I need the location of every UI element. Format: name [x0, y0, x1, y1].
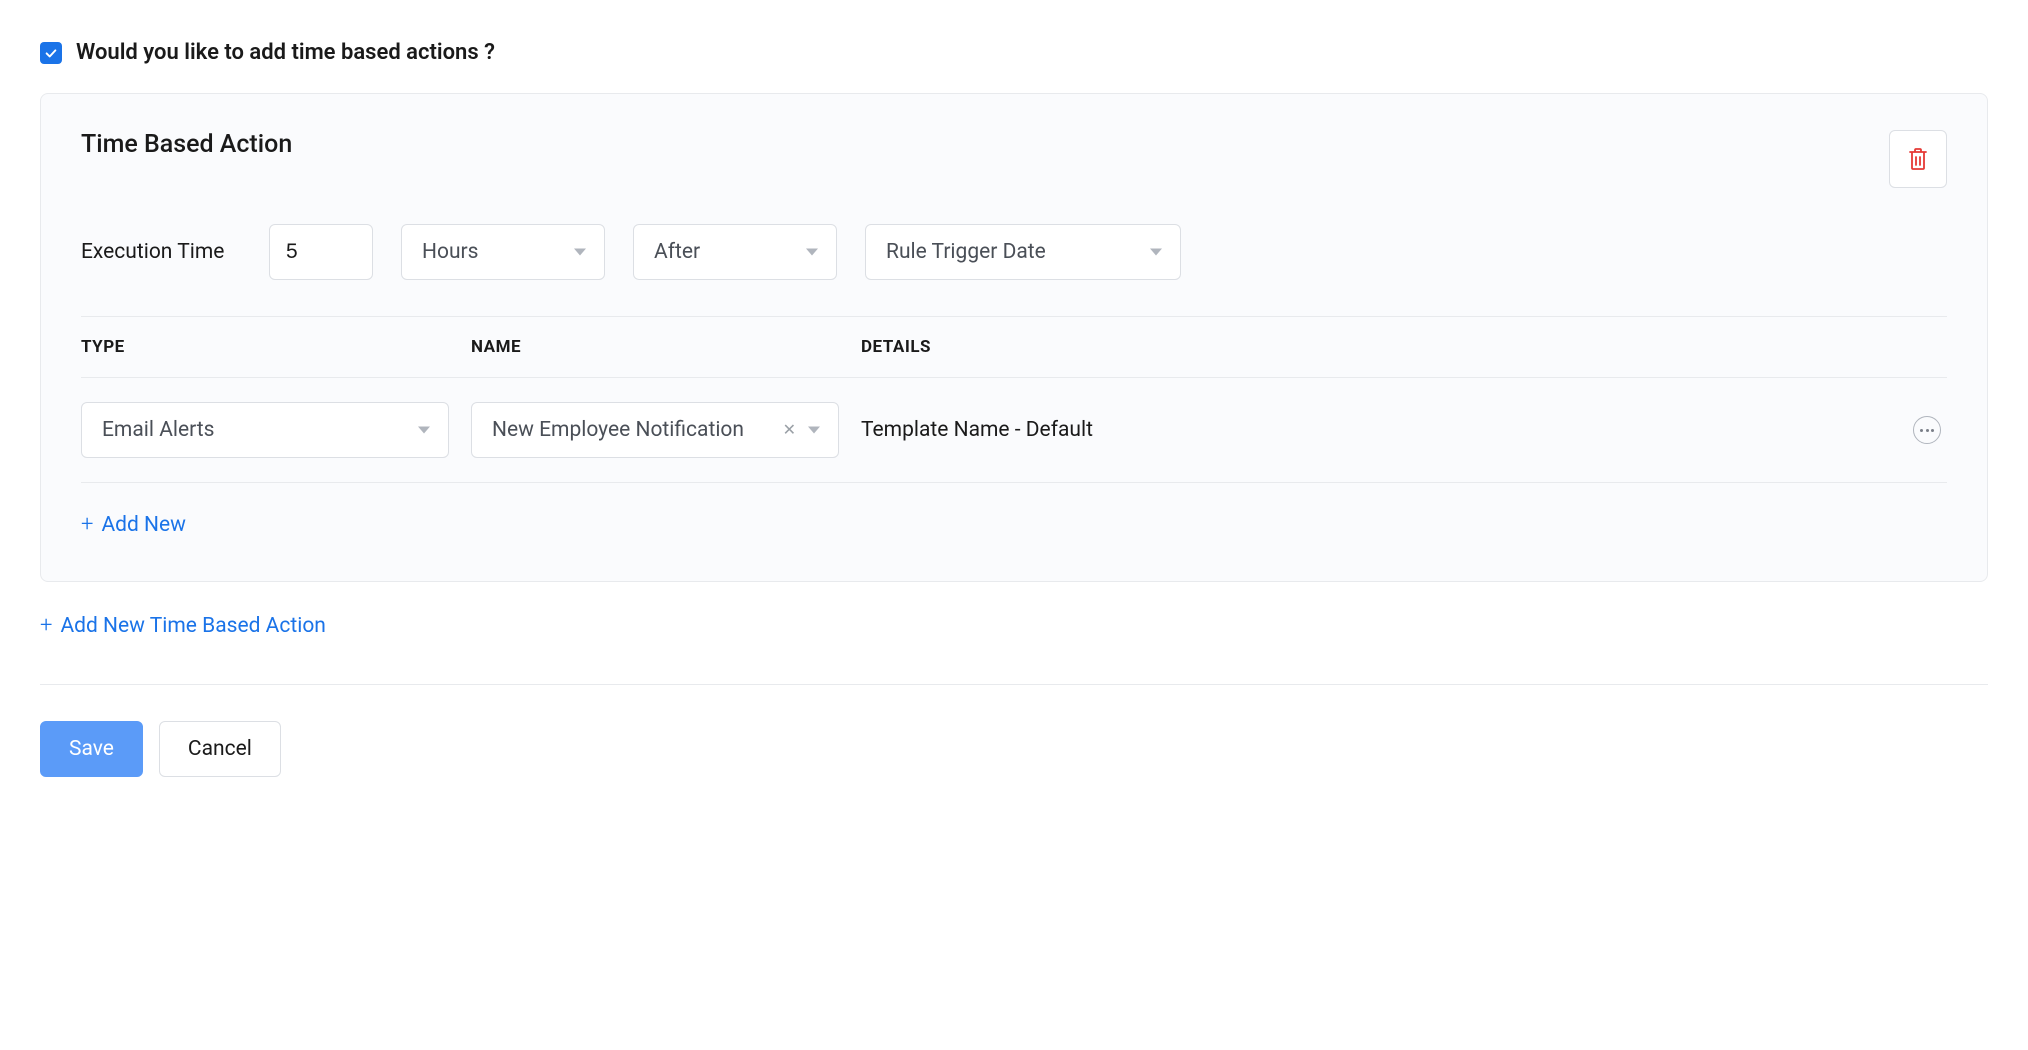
actions-table-header: TYPE NAME DETAILS: [81, 316, 1947, 378]
action-row: Email Alerts New Employee Notification ✕…: [81, 378, 1947, 483]
footer-buttons: Save Cancel: [40, 721, 1988, 777]
execution-controls: Hours After Rule Trigger Date: [269, 224, 1181, 280]
action-name-select[interactable]: New Employee Notification ✕: [471, 402, 839, 458]
add-section-label: Add New Time Based Action: [60, 614, 325, 638]
check-icon: [44, 46, 58, 60]
action-type-cell: Email Alerts: [81, 402, 471, 458]
chevron-down-icon: [806, 249, 818, 256]
panel-header: Time Based Action: [81, 130, 1947, 188]
row-more-button[interactable]: [1913, 416, 1941, 444]
select-value: Email Alerts: [102, 418, 214, 442]
col-header-type: TYPE: [81, 337, 471, 357]
col-header-details: DETAILS: [861, 337, 1947, 357]
delete-action-button[interactable]: [1889, 130, 1947, 188]
save-button[interactable]: Save: [40, 721, 143, 777]
footer-divider: [40, 684, 1988, 685]
plus-icon: +: [81, 514, 93, 536]
trash-icon: [1906, 146, 1930, 172]
chevron-down-icon: [418, 427, 430, 434]
plus-icon: +: [40, 615, 52, 637]
select-value: Hours: [422, 240, 479, 264]
time-based-action-panel: Time Based Action Execution Time Hours A…: [40, 93, 1988, 582]
chevron-down-icon: [1150, 249, 1162, 256]
select-value: After: [654, 240, 700, 264]
add-new-time-based-action-link[interactable]: + Add New Time Based Action: [40, 614, 326, 638]
clear-icon[interactable]: ✕: [783, 422, 796, 438]
execution-unit-select[interactable]: Hours: [401, 224, 605, 280]
add-new-action-link[interactable]: + Add New: [81, 513, 186, 537]
col-header-name: NAME: [471, 337, 861, 357]
chevron-down-icon: [574, 249, 586, 256]
select-value: Rule Trigger Date: [886, 240, 1046, 264]
execution-relation-select[interactable]: After: [633, 224, 837, 280]
action-type-select[interactable]: Email Alerts: [81, 402, 449, 458]
execution-value-input[interactable]: [269, 224, 373, 280]
action-details-cell: Template Name - Default: [861, 416, 1947, 444]
execution-anchor-select[interactable]: Rule Trigger Date: [865, 224, 1181, 280]
chevron-down-icon: [808, 427, 820, 434]
time-based-checkbox[interactable]: [40, 42, 62, 64]
execution-time-label: Execution Time: [81, 240, 241, 264]
panel-title: Time Based Action: [81, 130, 292, 159]
ellipsis-icon: [1920, 429, 1934, 432]
action-name-cell: New Employee Notification ✕: [471, 402, 861, 458]
execution-time-row: Execution Time Hours After Rule Trigger …: [81, 224, 1947, 280]
select-value: New Employee Notification: [492, 418, 744, 442]
time-based-toggle-row: Would you like to add time based actions…: [40, 40, 1988, 65]
time-based-checkbox-label: Would you like to add time based actions…: [76, 40, 495, 65]
add-new-label: Add New: [101, 513, 186, 537]
cancel-button[interactable]: Cancel: [159, 721, 281, 777]
action-details-text: Template Name - Default: [861, 418, 1913, 442]
